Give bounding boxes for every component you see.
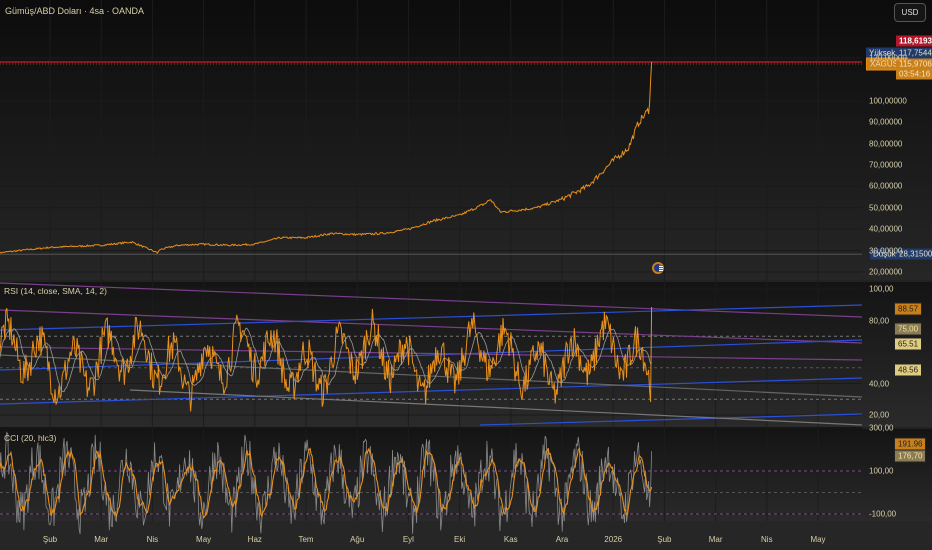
time-axis-label: Nis xyxy=(146,535,159,544)
time-axis-label: Nis xyxy=(761,535,773,544)
price-scale-tick: 100,00000 xyxy=(869,96,907,106)
rsi-indicator-title[interactable]: RSI (14, close, SMA, 14, 2) xyxy=(4,286,107,296)
price-scale-tick: 300,00 xyxy=(869,423,894,433)
time-axis-label: Şub xyxy=(42,535,58,544)
price-scale-tick: 100,00 xyxy=(869,284,894,294)
cci-indicator-title[interactable]: CCI (20, hlc3) xyxy=(4,433,56,443)
time-axis-label: May xyxy=(196,535,212,544)
price-scale-tick: 70,00000 xyxy=(869,160,903,170)
cci-ma-label: 176,70 xyxy=(894,449,927,463)
price-scale-tick: -100,00 xyxy=(869,509,897,519)
price-scale-tick: 50,00000 xyxy=(869,203,903,213)
time-axis-label: Mar xyxy=(708,535,723,544)
rsi-value-label: 88.57 xyxy=(894,302,923,316)
time-axis-label: Kas xyxy=(503,535,518,544)
event-flag-icon[interactable] xyxy=(652,262,664,274)
price-scale-tick: 80,00000 xyxy=(869,139,903,149)
price-scale-tick: 20,00 xyxy=(869,410,890,420)
chart-canvas[interactable] xyxy=(0,0,932,550)
time-axis-bg xyxy=(0,521,932,550)
price-pane-bg xyxy=(0,0,932,280)
price-scale-tick: 100,00 xyxy=(869,466,894,476)
time-axis-label: Ağu xyxy=(350,535,365,544)
price-scale-tick: 20,00000 xyxy=(869,267,903,277)
time-axis-label: Haz xyxy=(247,535,262,544)
price-scale-tick: 30,00000 xyxy=(869,246,903,256)
rsi-level-label: 75,00 xyxy=(894,322,923,336)
price-scale-tick: 90,00000 xyxy=(869,117,903,127)
time-axis-label: Tem xyxy=(298,535,314,544)
time-axis-label: Ara xyxy=(555,535,569,544)
time-axis-label: Şub xyxy=(657,535,672,544)
price-scale-tick: 40,00 xyxy=(869,379,890,388)
price-scale-tick: 60,00000 xyxy=(869,181,903,191)
alert-price-label[interactable]: 118,61933 xyxy=(896,35,932,47)
price-scale-tick: 120,00000 xyxy=(869,53,907,63)
bar-countdown: 03:54:16 xyxy=(896,68,932,80)
rsi-trend-label: 65.51 xyxy=(894,337,923,351)
currency-button[interactable]: USD xyxy=(894,3,926,22)
time-axis-label: May xyxy=(810,535,826,544)
rsi-trend-label: 48.56 xyxy=(894,363,923,377)
time-axis-label: 2026 xyxy=(604,535,623,544)
time-axis-label: Eki xyxy=(454,535,466,544)
price-scale-tick: 80,00 xyxy=(869,316,890,325)
price-scale-tick: 40,00000 xyxy=(869,224,903,234)
chart-title: Gümüş/ABD Doları · 4sa · OANDA xyxy=(5,6,145,16)
time-axis-label: Mar xyxy=(94,535,109,544)
chart-root: Gümüş/ABD Doları · 4sa · OANDA USD RSI (… xyxy=(0,0,932,550)
time-axis-label: Eyl xyxy=(402,535,414,544)
